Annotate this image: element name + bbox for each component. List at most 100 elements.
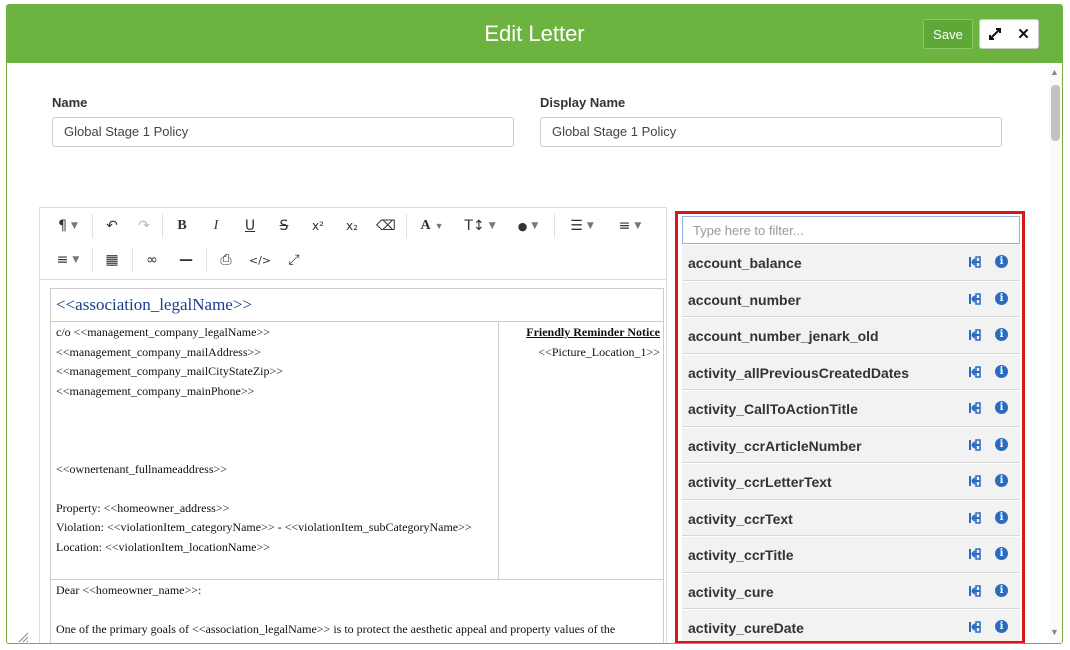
notice-block: Friendly Reminder Notice <<Picture_Locat…	[499, 322, 663, 580]
variable-name: account_balance	[688, 255, 802, 271]
address-block: c/o <<management_company_legalName>> <<m…	[51, 322, 499, 580]
save-button[interactable]: Save	[923, 19, 973, 49]
italic-icon[interactable]: I	[202, 212, 230, 240]
insert-icon[interactable]	[968, 292, 982, 306]
variable-item[interactable]: activity_ccrArticleNumber i	[682, 426, 1020, 463]
doc-line	[56, 481, 493, 501]
variable-name: activity_cure	[688, 583, 774, 600]
resize-grip-icon[interactable]	[17, 631, 29, 643]
color-icon[interactable]: ● ▼	[508, 212, 548, 240]
variable-item[interactable]: account_balance i	[682, 244, 1020, 281]
paragraph-icon[interactable]: ¶ ▼	[48, 212, 88, 240]
doc-line: <<management_company_mailAddress>>	[56, 344, 262, 359]
name-input[interactable]: Global Stage 1 Policy	[52, 117, 514, 147]
filter-input[interactable]	[682, 216, 1020, 244]
insert-icon[interactable]	[968, 365, 982, 379]
fullscreen-icon[interactable]: ⤢	[280, 246, 308, 274]
strikethrough-icon[interactable]: S	[270, 212, 298, 240]
dialog-header: Edit Letter Save ✕	[7, 5, 1062, 63]
horizontal-rule-icon[interactable]: —	[172, 246, 200, 274]
underline-icon[interactable]: U	[236, 212, 264, 240]
variable-name: activity_ccrLetterText	[688, 474, 832, 490]
window-controls: ✕	[979, 19, 1039, 49]
font-size-icon[interactable]: T↕ ▼	[458, 212, 502, 240]
undo-icon[interactable]: ↶	[98, 212, 126, 240]
font-family-icon[interactable]: A ▼	[412, 212, 452, 240]
variable-item[interactable]: activity_CallToActionTitle i	[682, 390, 1020, 427]
eraser-icon[interactable]: ⌫	[372, 212, 400, 240]
scroll-down-icon[interactable]: ▼	[1050, 627, 1059, 637]
info-icon[interactable]: i	[995, 547, 1008, 560]
bold-icon[interactable]: B	[168, 212, 196, 240]
insert-icon[interactable]	[968, 620, 982, 634]
body-text: One of the primary goals of <<associatio…	[56, 622, 616, 636]
insert-icon[interactable]	[968, 401, 982, 415]
info-icon[interactable]: i	[995, 583, 1008, 597]
ordered-list-icon[interactable]: ≡ ▼	[608, 212, 652, 240]
rich-text-editor: ¶ ▼ ↶ ↷ B I U S x² x₂ ⌫ A ▼ T↕ ▼ ● ▼ ☰ ▼ ≡ ▼ ≡…	[39, 207, 667, 643]
expand-icon[interactable]	[980, 20, 1009, 48]
align-icon[interactable]: ≡ ▼	[48, 246, 88, 274]
doc-line	[56, 423, 493, 443]
edit-letter-dialog: Edit Letter Save ✕ Name Global Stage 1 P…	[6, 4, 1063, 644]
code-view-icon[interactable]: </>	[246, 246, 274, 274]
variable-name: activity_cureDate	[688, 620, 804, 636]
info-icon[interactable]: i	[995, 510, 1008, 524]
variable-item[interactable]: activity_ccrText i	[682, 499, 1020, 536]
variable-item[interactable]: activity_ccrLetterText i	[682, 463, 1020, 500]
scrollbar-thumb[interactable]	[1051, 85, 1060, 141]
variable-item[interactable]: activity_cureDate i	[682, 609, 1020, 641]
variable-name: account_number_jenark_old	[688, 328, 879, 344]
picture-placeholder: <<Picture_Location_1>>	[538, 344, 660, 359]
info-icon[interactable]: i	[995, 620, 1008, 633]
variable-name: activity_ccrText	[688, 510, 793, 527]
subscript-icon[interactable]: x₂	[338, 212, 366, 240]
redo-icon[interactable]: ↷	[130, 212, 158, 240]
superscript-icon[interactable]: x²	[304, 212, 332, 240]
document-title: <<association_legalName>>	[51, 289, 663, 322]
insert-icon[interactable]	[968, 438, 982, 452]
scroll-up-icon[interactable]: ▲	[1050, 67, 1059, 77]
variable-item[interactable]: account_number i	[682, 280, 1020, 317]
insert-icon[interactable]	[968, 255, 982, 269]
doc-line: <<management_company_mailCityStateZip>>	[56, 364, 284, 378]
insert-icon[interactable]	[968, 474, 982, 488]
link-icon[interactable]: ∞	[138, 246, 166, 274]
doc-line: <<management_company_mainPhone>>	[56, 383, 255, 398]
print-icon[interactable]: ⎙	[212, 246, 240, 274]
scrollbar[interactable]	[1049, 65, 1062, 643]
name-label: Name	[52, 95, 88, 110]
doc-line: <<ownertenant_fullnameaddress>>	[56, 461, 228, 476]
variable-name: activity_ccrArticleNumber	[688, 437, 862, 454]
doc-line	[56, 403, 493, 423]
insert-icon[interactable]	[968, 511, 982, 525]
info-icon[interactable]: i	[995, 401, 1008, 414]
info-icon[interactable]: i	[995, 255, 1008, 268]
notice-title: Friendly Reminder Notice	[526, 325, 660, 339]
info-icon[interactable]: i	[995, 291, 1008, 305]
info-icon[interactable]: i	[995, 364, 1008, 378]
info-icon[interactable]: i	[995, 328, 1008, 341]
variable-item[interactable]: account_number_jenark_old i	[682, 317, 1020, 354]
close-icon[interactable]: ✕	[1009, 20, 1038, 48]
variable-item[interactable]: activity_cure i	[682, 572, 1020, 609]
table-icon[interactable]: ▦	[98, 246, 126, 274]
insert-icon[interactable]	[968, 328, 982, 342]
display-name-input[interactable]: Global Stage 1 Policy	[540, 117, 1002, 147]
insert-icon[interactable]	[968, 547, 982, 561]
unordered-list-icon[interactable]: ☰ ▼	[560, 212, 604, 240]
info-icon[interactable]: i	[995, 437, 1008, 451]
doc-line: Property: <<homeowner_address>>	[56, 500, 230, 515]
variable-list: account_balance i account_number i account_n…	[682, 244, 1020, 641]
doc-line: Violation: <<violationItem_categoryName>…	[56, 520, 472, 534]
document-content[interactable]: <<association_legalName>> c/o <<manageme…	[50, 288, 664, 643]
doc-line	[56, 442, 493, 462]
variable-item[interactable]: activity_allPreviousCreatedDates i	[682, 353, 1020, 390]
variable-item[interactable]: activity_ccrTitle i	[682, 536, 1020, 573]
variable-name: account_number	[688, 291, 801, 308]
insert-icon[interactable]	[968, 584, 982, 598]
variable-name: activity_allPreviousCreatedDates	[688, 364, 909, 381]
greeting: Dear <<homeowner_name>>:	[56, 583, 202, 597]
dialog-title: Edit Letter	[484, 21, 585, 46]
info-icon[interactable]: i	[995, 474, 1008, 487]
